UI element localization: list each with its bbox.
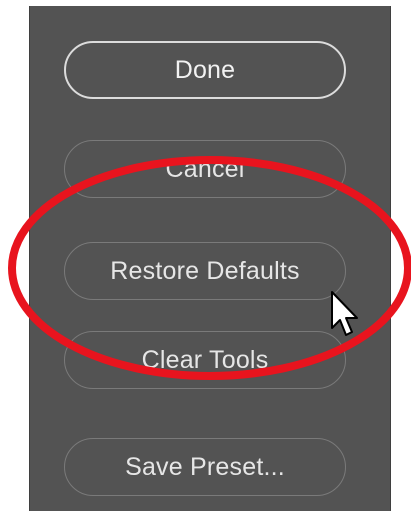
cancel-button[interactable]: Cancel <box>64 140 346 198</box>
dialog-button-panel: Done Cancel Restore Defaults Clear Tools… <box>29 6 391 511</box>
done-button-label: Done <box>174 55 236 84</box>
restore-defaults-button-label: Restore Defaults <box>110 256 300 285</box>
screenshot-stage: Done Cancel Restore Defaults Clear Tools… <box>0 0 411 517</box>
clear-tools-button-label: Clear Tools <box>141 345 269 374</box>
cancel-button-label: Cancel <box>165 154 245 183</box>
save-preset-button-label: Save Preset... <box>125 452 285 481</box>
clear-tools-button[interactable]: Clear Tools <box>64 331 346 389</box>
save-preset-button[interactable]: Save Preset... <box>64 438 346 496</box>
restore-defaults-button[interactable]: Restore Defaults <box>64 242 346 300</box>
done-button[interactable]: Done <box>64 41 346 99</box>
